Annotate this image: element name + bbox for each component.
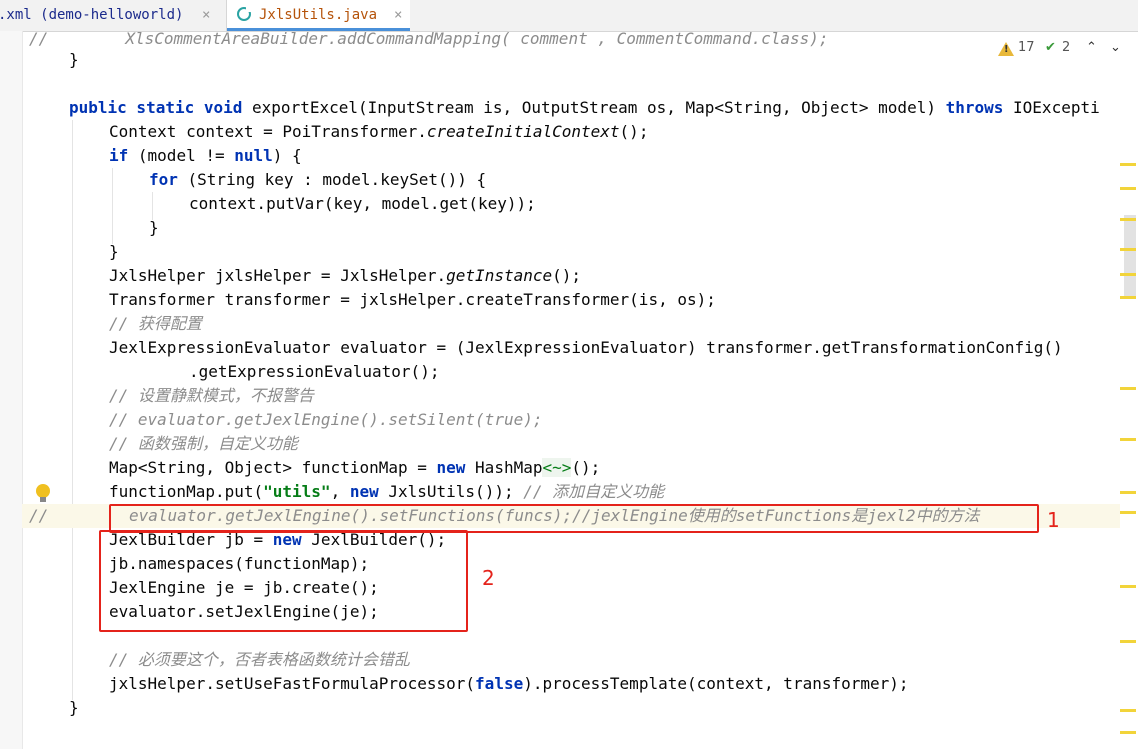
lightbulb-icon[interactable] xyxy=(36,484,50,502)
annotation-label-2: 2 xyxy=(482,566,495,590)
code-comment: // 设置静默模式，不报警告 xyxy=(109,386,314,405)
code-line: } xyxy=(109,242,119,261)
code-line: context.putVar(key, model.get(key)); xyxy=(189,194,536,213)
code-comment: // 获得配置 xyxy=(109,314,202,333)
code-comment: // 必须要这个，否者表格函数统计会错乱 xyxy=(109,650,410,669)
annotation-box-1 xyxy=(109,504,1039,533)
annotation-label-1: 1 xyxy=(1047,508,1060,532)
code-line: if (model != null) { xyxy=(109,146,302,165)
code-line: .getExpressionEvaluator(); xyxy=(189,362,440,381)
annotation-box-2 xyxy=(99,530,468,632)
code-line: } xyxy=(69,50,79,69)
code-comment-prefix: // xyxy=(29,506,49,525)
code-line: for (String key : model.keySet()) { xyxy=(149,170,487,189)
code-line: JexlExpressionEvaluator evaluator = (Jex… xyxy=(109,338,1063,357)
code-comment: // evaluator.getJexlEngine().setSilent(t… xyxy=(109,410,543,429)
code-line: jxlsHelper.setUseFastFormulaProcessor(fa… xyxy=(109,674,909,693)
code-line: JxlsHelper jxlsHelper = JxlsHelper.getIn… xyxy=(109,266,582,285)
code-line: functionMap.put("utils", new JxlsUtils()… xyxy=(109,482,665,501)
code-comment: // 函数强制，自定义功能 xyxy=(109,434,298,453)
code-editor[interactable]: // XlsCommentAreaBuilder.addCommandMappi… xyxy=(0,0,1138,749)
code-line: } xyxy=(69,698,79,717)
code-line: Transformer transformer = jxlsHelper.cre… xyxy=(109,290,716,309)
code-line: Map<String, Object> functionMap = new Ha… xyxy=(109,458,601,477)
code-line: Context context = PoiTransformer.createI… xyxy=(109,122,649,141)
method-signature: public static void exportExcel(InputStre… xyxy=(69,98,1100,117)
code-line: } xyxy=(149,218,159,237)
code-line: // XlsCommentAreaBuilder.addCommandMappi… xyxy=(29,29,829,48)
